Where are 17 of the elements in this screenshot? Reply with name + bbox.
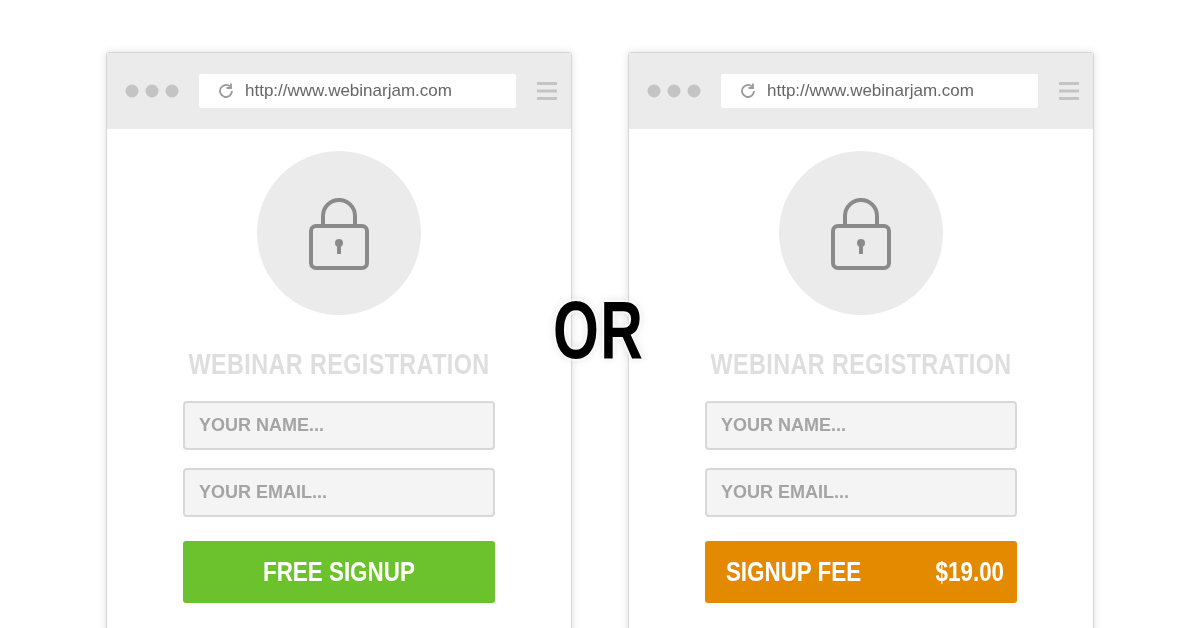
menu-icon[interactable] <box>1059 81 1079 101</box>
address-bar[interactable]: http://www.webinarjam.com <box>721 74 1038 108</box>
address-bar[interactable]: http://www.webinarjam.com <box>199 74 516 108</box>
text-field[interactable]: YOUR EMAIL... <box>705 468 1017 517</box>
menu-icon[interactable] <box>537 81 557 101</box>
text-field[interactable]: YOUR EMAIL... <box>183 468 495 517</box>
or-label: OR <box>553 283 645 377</box>
url-text: http://www.webinarjam.com <box>767 81 974 101</box>
text-field[interactable]: YOUR NAME... <box>705 401 1017 450</box>
padlock-icon <box>831 196 891 270</box>
text-field[interactable]: YOUR NAME... <box>183 401 495 450</box>
reload-icon[interactable] <box>217 82 235 100</box>
window-dots-icon <box>125 84 179 98</box>
window-dots-icon <box>647 84 701 98</box>
padlock-icon <box>309 196 369 270</box>
reload-icon[interactable] <box>739 82 757 100</box>
url-text: http://www.webinarjam.com <box>245 81 452 101</box>
